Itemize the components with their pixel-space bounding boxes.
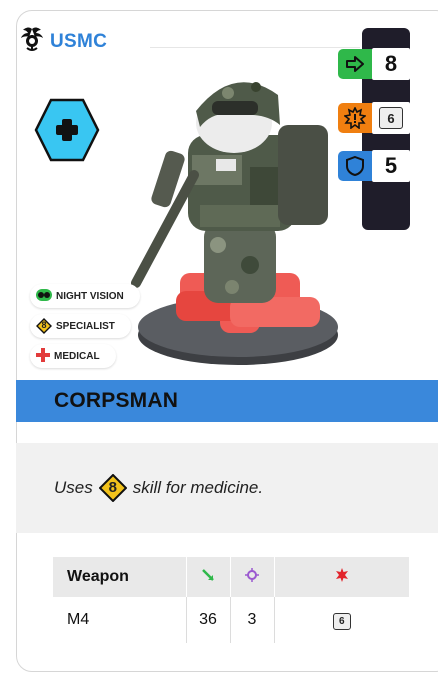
tag-label: SPECIALIST: [56, 320, 115, 332]
tag-specialist: 8 SPECIALIST: [30, 314, 131, 338]
range-icon: [185, 557, 230, 597]
stat-move-value: 8: [372, 48, 410, 80]
ability-suffix: skill for medicine.: [132, 478, 264, 497]
medic-cross-hexagon-icon: [34, 98, 100, 167]
weapon-shots: 3: [230, 597, 275, 643]
tag-label: NIGHT VISION: [56, 290, 124, 302]
weapons-table: Weapon M4 36 3 6: [53, 557, 409, 643]
target-icon: [229, 557, 274, 597]
die-icon: 6: [379, 107, 403, 129]
weapon-column-header: Weapon: [53, 557, 186, 597]
medical-cross-icon: [36, 347, 50, 365]
faction-header: USMC: [20, 26, 107, 57]
binoculars-icon: [36, 288, 52, 304]
diamond-8-icon: 8: [98, 474, 127, 502]
tag-night-vision: NIGHT VISION: [30, 284, 140, 308]
keyword-tags: NIGHT VISION 8 SPECIALIST MEDICAL: [30, 284, 140, 374]
faction-name: USMC: [50, 30, 108, 52]
weapons-header-row: Weapon: [53, 557, 409, 597]
weapon-range: 36: [186, 597, 231, 643]
miniature-figure-image: [110, 55, 360, 380]
table-row: M4 36 3 6: [53, 597, 409, 643]
stat-save-value: 5: [372, 150, 410, 182]
weapon-damage: 6: [274, 597, 409, 643]
damage-burst-icon: [273, 557, 409, 597]
weapon-name: M4: [53, 597, 187, 643]
tag-medical: MEDICAL: [30, 344, 116, 368]
unit-name-bar: CORPSMAN: [16, 380, 438, 422]
diamond-8-icon: 8: [36, 318, 52, 334]
die-icon: 6: [332, 612, 351, 630]
tag-label: MEDICAL: [54, 350, 100, 362]
eagle-globe-anchor-icon: [20, 26, 44, 57]
ability-prefix: Uses: [54, 478, 93, 497]
header-divider: [150, 47, 360, 48]
ability-text: Uses 8 skill for medicine.: [16, 443, 438, 533]
unit-name: CORPSMAN: [54, 389, 179, 412]
stat-skill-value: 6: [372, 102, 410, 134]
